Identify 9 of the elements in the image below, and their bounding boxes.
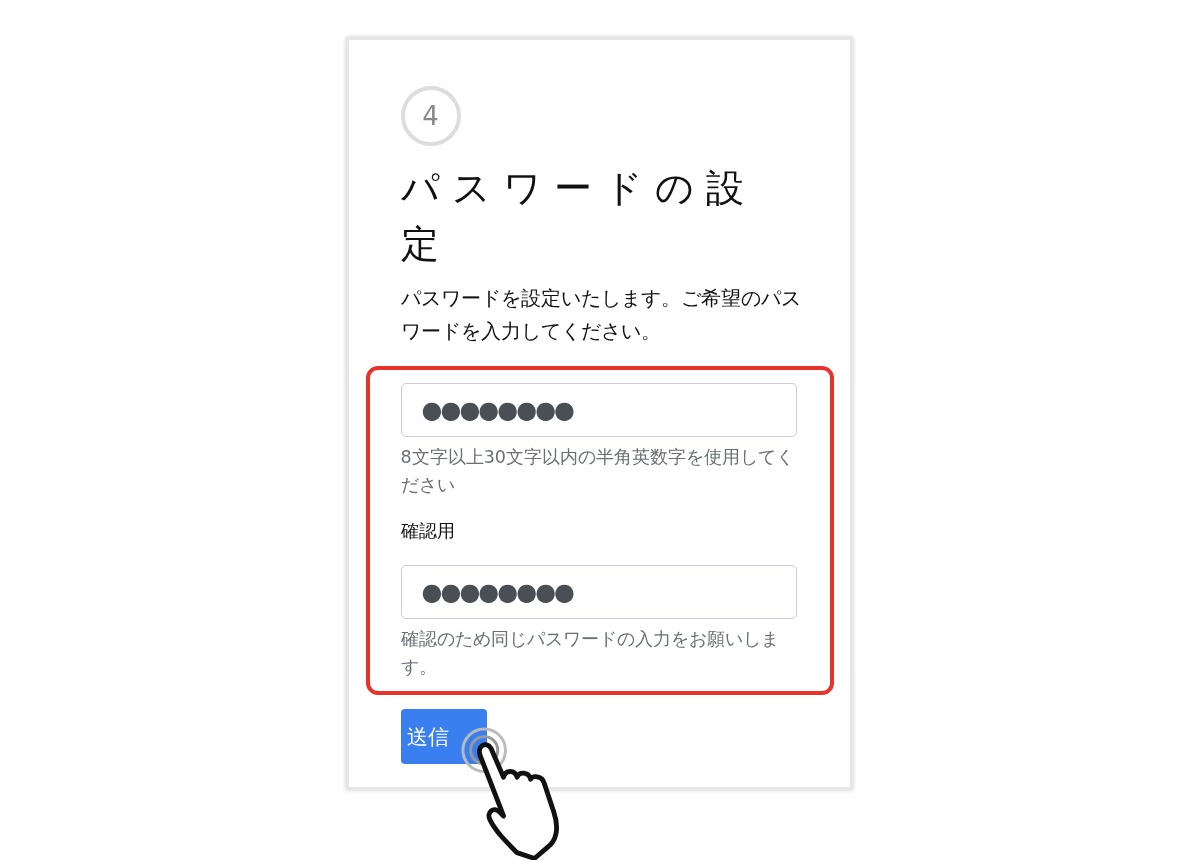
hint-text: 8文字以上30文字以内の半角英数字を使用してください (400, 446, 795, 497)
submit-button[interactable]: 送信 (400, 709, 487, 764)
page-title: パスワードの設定 (400, 165, 757, 268)
password-field[interactable]: ●●●●●●●● (400, 565, 797, 619)
field-label: 確認用 (400, 519, 456, 543)
hint-text: 確認のため同じパスワードの入力をお願いします。 (400, 628, 780, 679)
password-field[interactable]: ●●●●●●●● (400, 383, 797, 437)
step-number: 4 (400, 86, 461, 146)
description: パスワードを設定いたします。ご希望のパスワードを入力してください。 (400, 286, 801, 345)
